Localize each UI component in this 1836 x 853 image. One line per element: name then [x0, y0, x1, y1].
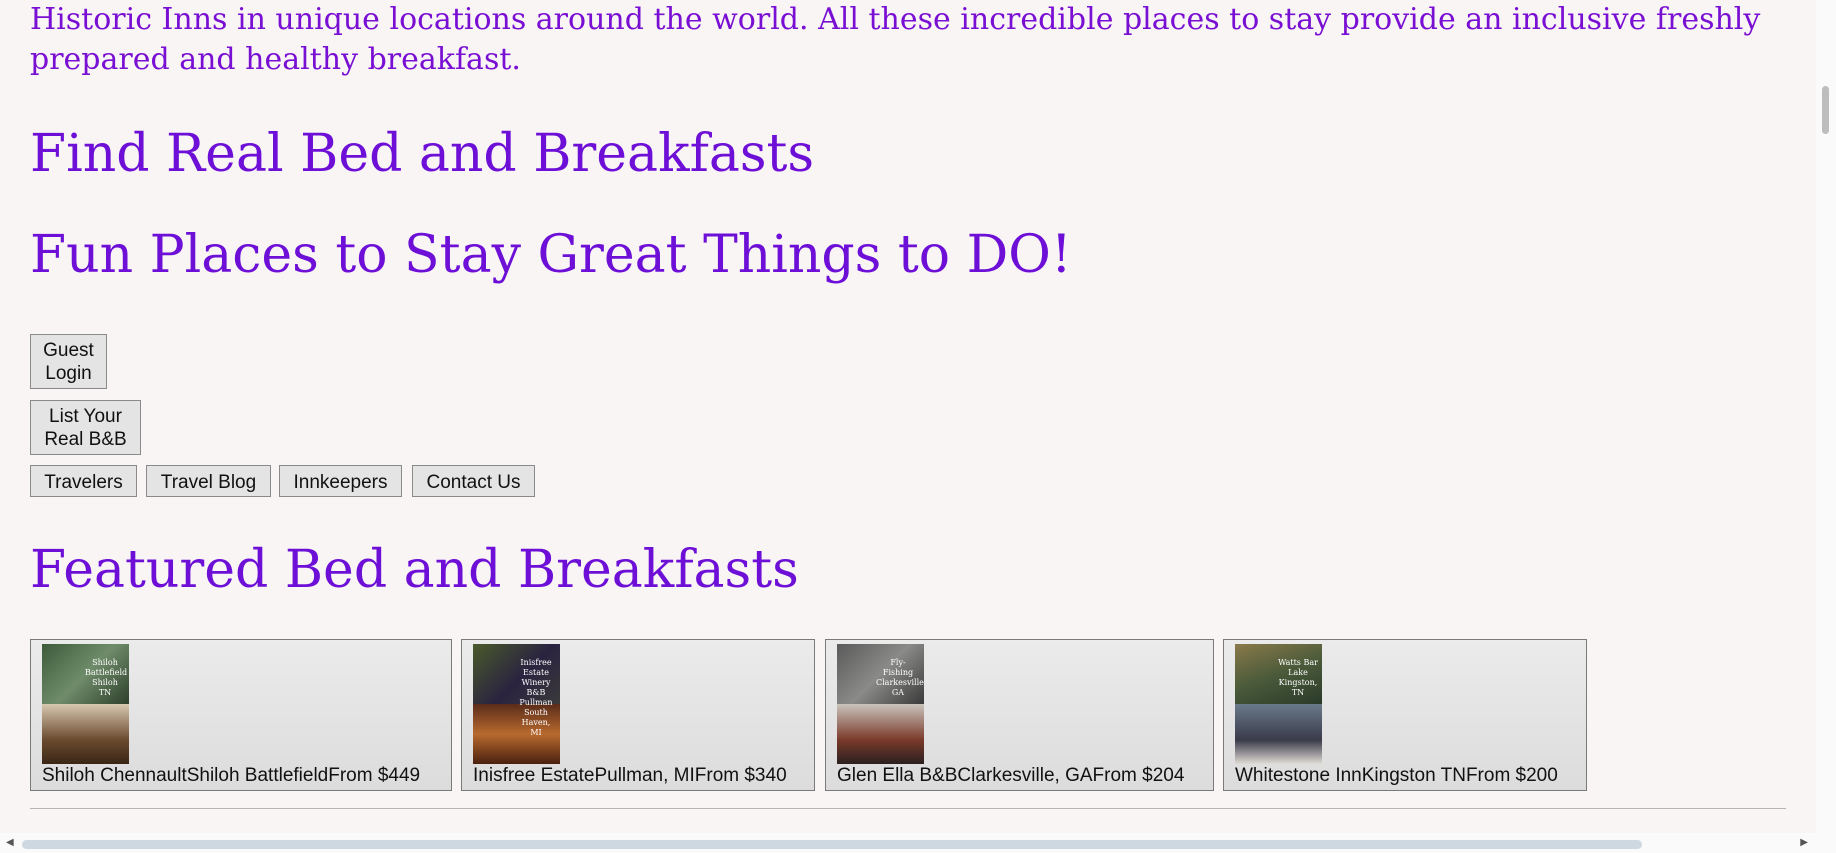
nav-travelers-button[interactable]: Travelers — [30, 465, 137, 497]
horizontal-scrollbar[interactable]: ◀ ▶ — [0, 833, 1836, 853]
list-bnb-button[interactable]: List Your Real B&B — [30, 400, 141, 455]
thumbnail-caption: Inisfree Estate Winery B&B Pullman South… — [519, 658, 553, 737]
featured-card-whitestone[interactable]: Watts Bar Lake Kingston, TN Whitestone I… — [1223, 639, 1587, 791]
scroll-right-arrow-icon[interactable]: ▶ — [1800, 837, 1808, 848]
featured-card-label: Inisfree EstatePullman, MIFrom $340 — [473, 765, 787, 786]
inn-thumbnail: Inisfree Estate Winery B&B Pullman South… — [473, 644, 560, 764]
fun-places-heading: Fun Places to Stay Great Things to DO! — [30, 225, 1072, 285]
nav-innkeepers-button[interactable]: Innkeepers — [279, 465, 402, 497]
inn-thumbnail: Watts Bar Lake Kingston, TN — [1235, 644, 1322, 764]
scroll-left-arrow-icon[interactable]: ◀ — [6, 837, 14, 848]
featured-card-inisfree[interactable]: Inisfree Estate Winery B&B Pullman South… — [461, 639, 815, 791]
find-heading: Find Real Bed and Breakfasts — [30, 124, 815, 184]
thumbnail-caption: Fly-Fishing Clarkesville, GA — [876, 658, 924, 697]
vertical-scroll-thumb[interactable] — [1822, 86, 1829, 134]
featured-card-label: Glen Ella B&BClarkesville, GAFrom $204 — [837, 765, 1185, 786]
nav-contact-us-button[interactable]: Contact Us — [412, 465, 535, 497]
inn-thumbnail: Fly-Fishing Clarkesville, GA — [837, 644, 924, 764]
nav-travel-blog-button[interactable]: Travel Blog — [146, 465, 271, 497]
featured-card-glen-ella[interactable]: Fly-Fishing Clarkesville, GA Glen Ella B… — [825, 639, 1214, 791]
vertical-scrollbar[interactable] — [1816, 0, 1836, 853]
section-divider — [30, 808, 1786, 809]
guest-login-button[interactable]: Guest Login — [30, 334, 107, 389]
horizontal-scroll-thumb[interactable] — [22, 840, 1642, 849]
featured-card-label: Whitestone InnKingston TNFrom $200 — [1235, 765, 1558, 786]
featured-card-label: Shiloh ChennaultShiloh BattlefieldFrom $… — [42, 765, 421, 786]
intro-text: Historic Inns in unique locations around… — [30, 2, 1761, 77]
featured-heading: Featured Bed and Breakfasts — [30, 540, 799, 600]
inn-thumbnail: Shiloh Battlefield Shiloh TN — [42, 644, 129, 764]
thumbnail-caption: Shiloh Battlefield Shiloh TN — [85, 658, 128, 697]
thumbnail-caption: Watts Bar Lake Kingston, TN — [1278, 658, 1318, 697]
featured-card-shiloh[interactable]: Shiloh Battlefield Shiloh TN Shiloh Chen… — [30, 639, 452, 791]
